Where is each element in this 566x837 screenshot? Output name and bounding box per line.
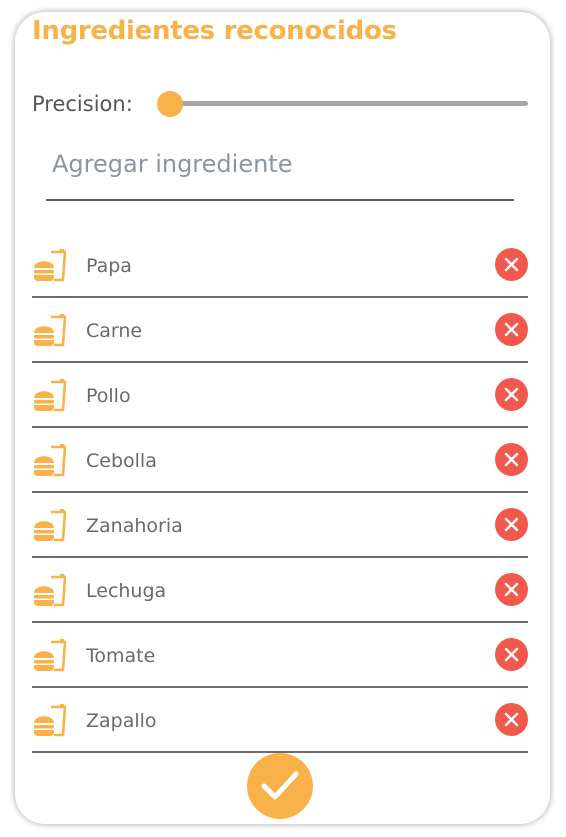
fastfood-icon [32, 508, 67, 543]
fastfood-icon [32, 248, 67, 283]
ingredient-row: Pollo [32, 363, 528, 428]
fastfood-icon [32, 378, 67, 413]
remove-ingredient-button[interactable] [495, 313, 528, 346]
fastfood-icon [32, 703, 67, 738]
ingredient-name: Pollo [86, 385, 131, 407]
ingredient-name: Zanahoria [86, 515, 183, 537]
ingredient-name: Cebolla [86, 450, 157, 472]
fastfood-icon [32, 313, 67, 348]
add-ingredient-field[interactable] [46, 140, 520, 201]
precision-slider-track[interactable] [168, 101, 528, 106]
ingredient-list: Papa Carne Pollo Cebolla Zanahoria Lechuga Tom… [32, 233, 528, 753]
remove-ingredient-button[interactable] [495, 638, 528, 671]
confirm-button[interactable] [247, 753, 313, 819]
ingredient-row: Papa [32, 233, 528, 298]
remove-ingredient-button[interactable] [495, 378, 528, 411]
fastfood-icon [32, 573, 67, 608]
ingredient-name: Carne [86, 320, 143, 342]
precision-slider-thumb[interactable] [157, 91, 183, 117]
check-icon [261, 771, 299, 800]
fastfood-icon [32, 638, 67, 673]
ingredient-row: Carne [32, 298, 528, 363]
remove-ingredient-button[interactable] [495, 703, 528, 736]
ingredient-name: Zapallo [86, 710, 157, 732]
remove-ingredient-button[interactable] [495, 248, 528, 281]
ingredient-row: Cebolla [32, 428, 528, 493]
page-title: Ingredientes reconocidos [32, 16, 397, 46]
precision-label: Precision: [32, 92, 133, 116]
ingredient-name: Lechuga [86, 580, 167, 602]
ingredient-name: Papa [86, 255, 132, 277]
ingredient-name: Tomate [86, 645, 156, 667]
ingredient-row: Tomate [32, 623, 528, 688]
ingredient-row: Lechuga [32, 558, 528, 623]
add-ingredient-input[interactable] [46, 142, 520, 186]
fastfood-icon [32, 443, 67, 478]
remove-ingredient-button[interactable] [495, 443, 528, 476]
ingredient-row: Zanahoria [32, 493, 528, 558]
remove-ingredient-button[interactable] [495, 508, 528, 541]
remove-ingredient-button[interactable] [495, 573, 528, 606]
ingredient-row: Zapallo [32, 688, 528, 753]
